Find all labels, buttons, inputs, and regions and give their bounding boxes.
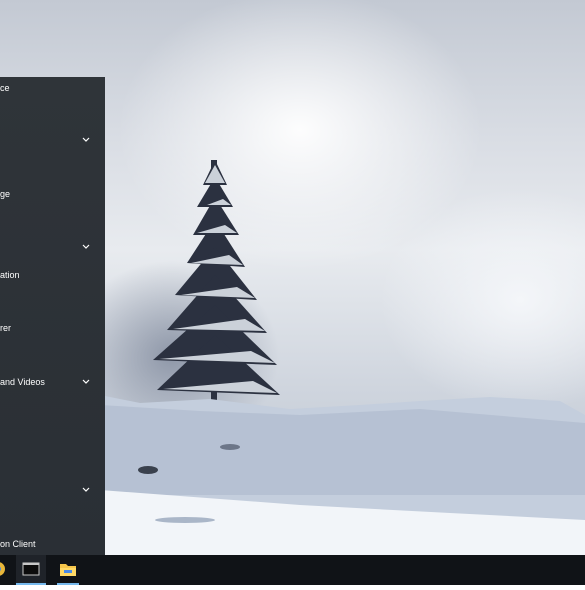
start-menu-item[interactable]: on Client bbox=[0, 533, 105, 555]
start-menu-group-expandable[interactable]: and Videos bbox=[0, 371, 105, 393]
start-menu-group-expandable[interactable] bbox=[0, 236, 105, 258]
start-menu-item-label: and Videos bbox=[0, 377, 45, 387]
chevron-down-icon[interactable] bbox=[80, 479, 92, 501]
chevron-down-icon[interactable] bbox=[80, 371, 92, 393]
start-menu: ce ge ation rer and Videos on Client bbox=[0, 77, 105, 555]
terminal-icon bbox=[22, 562, 40, 576]
start-menu-item[interactable]: ce bbox=[0, 77, 105, 99]
file-explorer-taskbar-button[interactable] bbox=[53, 555, 83, 585]
start-menu-item-label: ation bbox=[0, 270, 20, 280]
start-menu-item-label: ce bbox=[0, 83, 10, 93]
start-menu-group-expandable[interactable] bbox=[0, 479, 105, 501]
start-menu-item-label: rer bbox=[0, 323, 11, 333]
start-menu-item-label: on Client bbox=[0, 539, 36, 549]
start-menu-item[interactable]: ation bbox=[0, 264, 105, 286]
start-menu-group-expandable[interactable] bbox=[0, 129, 105, 151]
terminal-taskbar-button[interactable] bbox=[16, 555, 46, 585]
start-menu-item[interactable]: rer bbox=[0, 317, 105, 339]
taskbar bbox=[0, 555, 585, 585]
chrome-taskbar-button[interactable] bbox=[0, 555, 8, 585]
start-menu-item-label: ge bbox=[0, 189, 11, 199]
chrome-icon bbox=[0, 562, 5, 576]
snowy-pine-tree bbox=[153, 160, 280, 405]
file-explorer-icon bbox=[60, 564, 76, 576]
start-menu-item[interactable]: ge bbox=[0, 183, 105, 205]
chevron-down-icon[interactable] bbox=[80, 129, 92, 151]
chevron-down-icon[interactable] bbox=[80, 236, 92, 258]
